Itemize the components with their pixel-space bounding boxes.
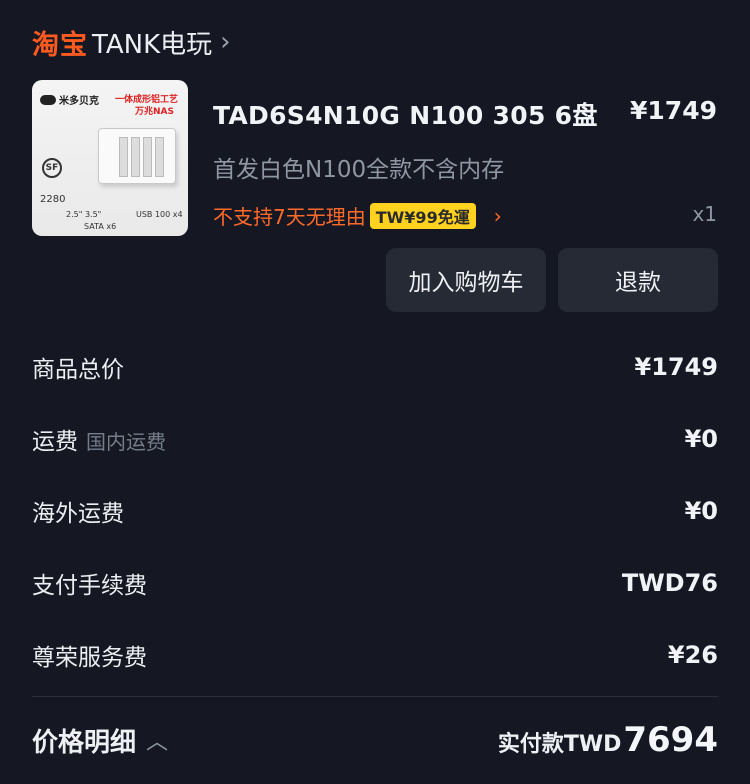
summary-row-shipping: 运费 国内运费 ¥0 [32, 419, 718, 459]
nas-device-image [98, 128, 176, 184]
product-thumbnail[interactable]: 米多贝克 一体成形铝工艺 万兆NAS SF 2280 2.5" 3.5" SAT… [32, 80, 188, 236]
summary-row-subtotal: 商品总价 ¥1749 [32, 347, 718, 387]
drive-bay [155, 137, 164, 177]
brand-logo-icon [40, 94, 56, 105]
summary-row-overseas-shipping: 海外运费 ¥0 [32, 491, 718, 531]
taobao-logo: 淘宝 [32, 29, 88, 61]
summary-value: ¥0 [684, 425, 718, 453]
thumbnail-spec: USB 100 x4 [136, 210, 183, 219]
thumbnail-spec: 2280 [40, 194, 66, 205]
product-title[interactable]: TAD6S4N10G N100 305 6盘 [213, 96, 598, 132]
price-detail-toggle[interactable]: 价格明细 ︿ [32, 722, 168, 759]
summary-value: ¥0 [684, 497, 718, 525]
drive-bay [119, 137, 128, 177]
summary-label: 尊荣服务费 [32, 645, 147, 671]
summary-sublabel: 国内运费 [86, 430, 166, 454]
summary-row-service-fee: 尊荣服务费 ¥26 [32, 635, 718, 675]
price-detail-label: 价格明细 [32, 727, 137, 758]
summary-label: 运费 [32, 429, 78, 455]
summary-label: 支付手续费 [32, 573, 147, 599]
add-to-cart-button[interactable]: 加入购物车 [386, 248, 546, 312]
policy-row[interactable]: 不支持7天无理由 TW¥99免運 › [213, 201, 502, 230]
amount-paid-value: 7694 [623, 720, 718, 760]
summary-label: 商品总价 [32, 357, 124, 383]
chevron-right-icon: › [493, 203, 502, 228]
thumbnail-brand-text: 米多贝克 [59, 96, 99, 107]
amount-paid-label: 实付款TWD [497, 732, 622, 757]
divider [32, 696, 718, 697]
footer: 价格明细 ︿ 实付款TWD 7694 [32, 715, 718, 765]
chevron-right-icon: › [220, 27, 231, 57]
amount-paid: 实付款TWD 7694 [498, 720, 718, 760]
chevron-up-icon: ︿ [146, 730, 169, 755]
refund-button[interactable]: 退款 [558, 248, 718, 312]
drive-bay [143, 137, 152, 177]
product-quantity: x1 [692, 202, 717, 226]
free-shipping-badge: TW¥99免運 [369, 202, 476, 229]
thumbnail-tag-line2: 万兆NAS [135, 107, 174, 117]
thumbnail-brand: 米多贝克 [40, 92, 99, 107]
sf-express-icon: SF [42, 158, 62, 178]
thumbnail-spec: SATA x6 [84, 222, 117, 231]
thumbnail-spec: 2.5" 3.5" [66, 210, 102, 219]
summary-value: ¥1749 [634, 353, 719, 381]
return-policy: 不支持7天无理由 [213, 205, 366, 229]
summary-label: 海外运费 [32, 501, 124, 527]
drive-bay [131, 137, 140, 177]
summary-value: TWD76 [621, 569, 718, 597]
product-price: ¥1749 [630, 96, 717, 125]
shop-header[interactable]: 淘宝 TANK电玩 › [32, 22, 231, 62]
summary-row-payment-fee: 支付手续费 TWD76 [32, 563, 718, 603]
shop-name[interactable]: TANK电玩 [92, 24, 212, 61]
product-variant: 首发白色N100全款不含内存 [213, 157, 505, 183]
summary-value: ¥26 [667, 641, 718, 669]
